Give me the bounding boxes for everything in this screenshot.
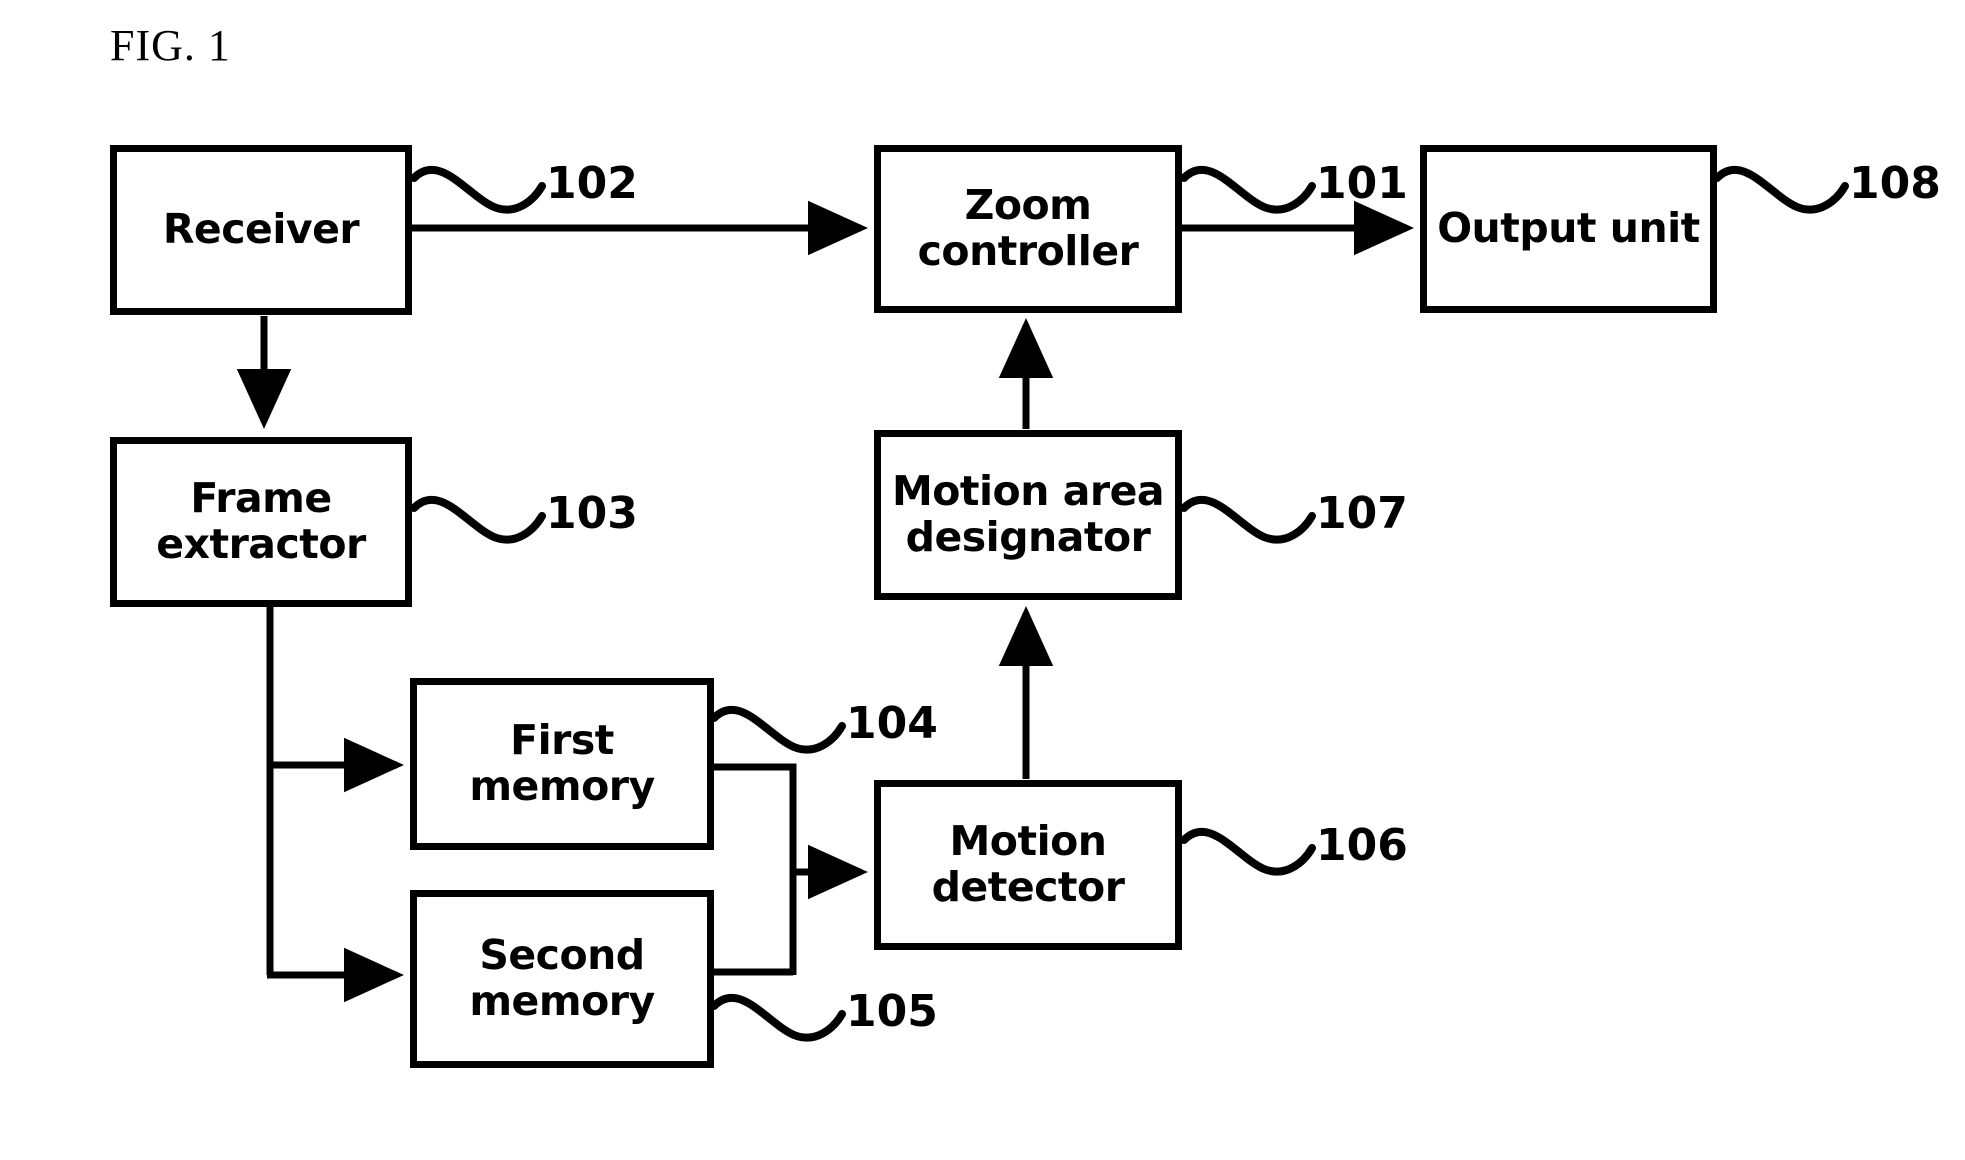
leader-squiggle-108	[1713, 166, 1849, 214]
leader-squiggle-105	[710, 994, 846, 1042]
leader-squiggle-103	[410, 496, 546, 544]
node-motion-area-designator[interactable]: Motion area designator	[874, 430, 1182, 600]
ref-number-104: 104	[846, 698, 938, 749]
ref-number-103: 103	[546, 488, 638, 539]
leader-squiggle-101	[1180, 166, 1316, 214]
edge-second-memory-to-motion-detector	[712, 844, 869, 976]
node-motion-area-designator-label: Motion area designator	[891, 467, 1165, 561]
ref-number-106: 106	[1316, 820, 1408, 871]
ref-number-108: 108	[1849, 158, 1941, 209]
node-second-memory-label: Second memory	[469, 931, 655, 1025]
ref-number-102: 102	[546, 158, 638, 209]
ref-number-101: 101	[1316, 158, 1408, 209]
node-second-memory[interactable]: Second memory	[410, 890, 714, 1068]
node-first-memory[interactable]: First memory	[410, 678, 714, 850]
node-zoom-controller-label: Zoom controller	[917, 181, 1139, 275]
leader-squiggle-102	[410, 166, 546, 214]
leader-squiggle-106	[1180, 828, 1316, 876]
leader-squiggle-104	[710, 706, 846, 754]
node-output-unit-label: Output unit	[1437, 204, 1700, 253]
ref-number-107: 107	[1316, 488, 1408, 539]
node-frame-extractor-label: Frame extractor	[156, 474, 366, 568]
node-frame-extractor[interactable]: Frame extractor	[110, 437, 412, 607]
node-receiver[interactable]: Receiver	[110, 145, 412, 315]
node-motion-detector[interactable]: Motion detector	[874, 780, 1182, 950]
node-first-memory-label: First memory	[469, 716, 655, 810]
edge-first-memory-to-motion-detector	[712, 763, 797, 872]
ref-number-105: 105	[846, 986, 938, 1037]
node-output-unit[interactable]: Output unit	[1420, 145, 1717, 313]
node-motion-detector-label: Motion detector	[931, 817, 1125, 911]
node-zoom-controller[interactable]: Zoom controller	[874, 145, 1182, 313]
node-receiver-label: Receiver	[162, 205, 360, 254]
leader-squiggle-107	[1180, 496, 1316, 544]
figure-canvas: FIG. 1 Receiver Zoom controller Output u…	[0, 0, 1965, 1160]
